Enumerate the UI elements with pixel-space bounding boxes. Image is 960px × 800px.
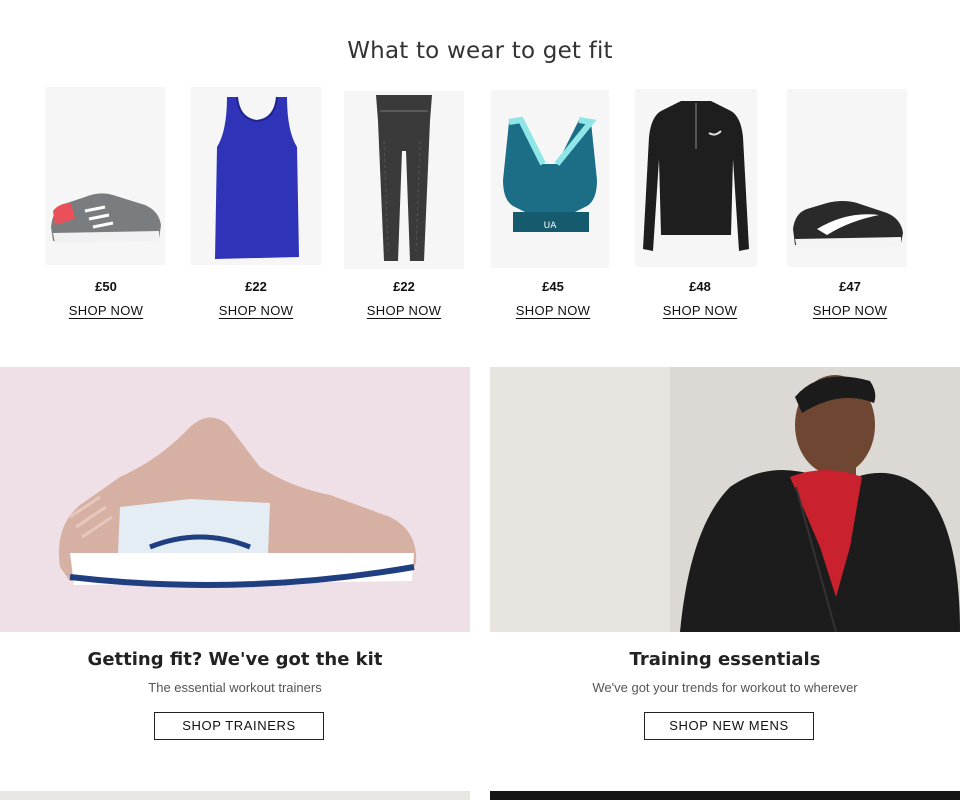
promo-trainers: Getting fit? We've got the kit The essen… <box>0 367 470 790</box>
product-card[interactable]: £50 SHOP NOW <box>41 87 171 327</box>
promo-heading: Getting fit? We've got the kit <box>87 649 383 670</box>
product-price: £48 <box>689 279 711 294</box>
shop-now-link[interactable]: SHOP NOW <box>785 303 915 318</box>
shop-now-link[interactable]: SHOP NOW <box>339 303 469 318</box>
section-title: What to wear to get fit <box>347 38 613 64</box>
next-promo-image-edge <box>490 791 960 800</box>
product-card[interactable]: £47 SHOP NOW <box>785 87 915 327</box>
product-image[interactable] <box>635 89 757 267</box>
product-card[interactable]: UA £45 SHOP NOW <box>488 87 618 327</box>
shop-now-link[interactable]: SHOP NOW <box>41 303 171 318</box>
promo-mens: Training essentials We've got your trend… <box>490 367 960 790</box>
product-price: £50 <box>95 279 117 294</box>
product-image[interactable] <box>45 87 165 265</box>
product-card[interactable]: £22 SHOP NOW <box>191 87 321 327</box>
product-card[interactable]: £48 SHOP NOW <box>635 87 765 327</box>
shop-trainers-button[interactable]: SHOP TRAINERS <box>154 712 324 740</box>
product-price: £22 <box>245 279 267 294</box>
promo-image[interactable] <box>490 367 960 632</box>
product-image[interactable] <box>787 89 907 267</box>
product-price: £22 <box>393 279 415 294</box>
next-promo-image-edge <box>0 791 470 800</box>
shop-new-mens-button[interactable]: SHOP NEW MENS <box>644 712 814 740</box>
promo-subtext: The essential workout trainers <box>148 680 322 695</box>
svg-text:UA: UA <box>544 221 558 231</box>
product-price: £45 <box>542 279 564 294</box>
promo-heading: Training essentials <box>629 649 821 670</box>
product-image[interactable] <box>191 87 321 265</box>
product-card[interactable]: £22 SHOP NOW <box>339 87 469 327</box>
promo-subtext: We've got your trends for workout to whe… <box>592 680 858 695</box>
promo-image[interactable] <box>0 367 470 632</box>
shop-now-link[interactable]: SHOP NOW <box>635 303 765 318</box>
product-price: £47 <box>839 279 861 294</box>
shop-now-link[interactable]: SHOP NOW <box>488 303 618 318</box>
shop-now-link[interactable]: SHOP NOW <box>191 303 321 318</box>
product-image[interactable]: UA <box>491 90 609 268</box>
product-image[interactable] <box>344 91 464 269</box>
